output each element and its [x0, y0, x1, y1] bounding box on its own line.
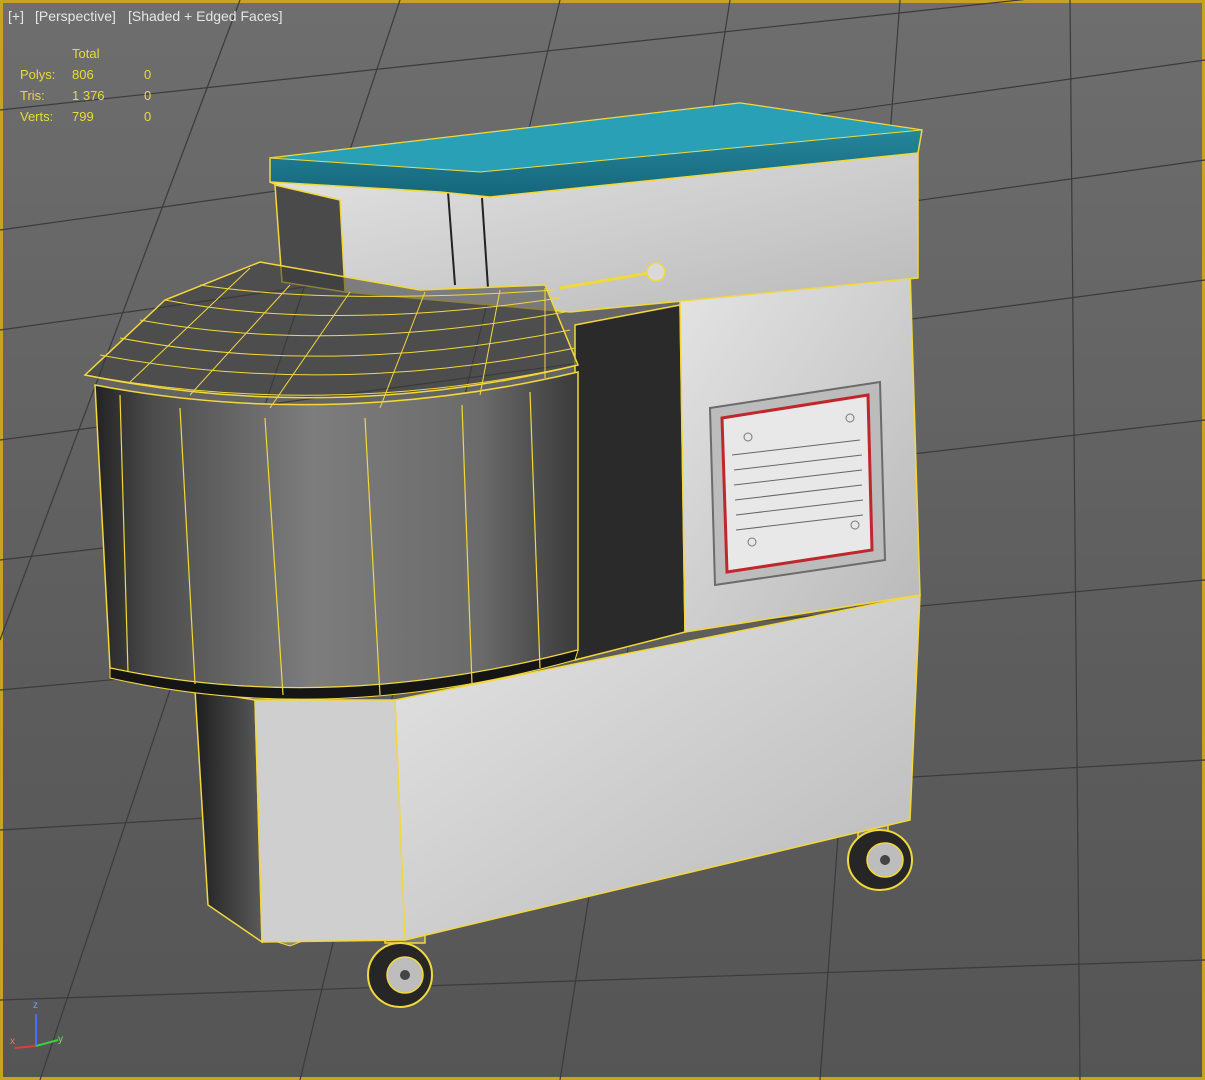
perspective-viewport[interactable]: [+] [Perspective] [Shaded + Edged Faces]…: [0, 0, 1205, 1080]
scene-render[interactable]: [0, 0, 1205, 1080]
viewport-view-menu[interactable]: [Perspective]: [35, 8, 116, 24]
viewport-shading-menu[interactable]: [Shaded + Edged Faces]: [128, 8, 283, 24]
stats-total-value: 1 376: [72, 88, 105, 103]
stats-total-header: Total: [72, 46, 100, 61]
stats-selected-value: 0: [144, 88, 152, 103]
stats-total-value: 799: [72, 109, 94, 124]
axis-z-label: z: [33, 1000, 38, 1011]
mixer-bowl[interactable]: [83, 261, 580, 700]
spec-plate: [708, 380, 887, 587]
stats-total-value: 806: [72, 67, 94, 82]
axis-triad-icon: z x y: [6, 998, 76, 1058]
stats-label: Tris:: [20, 88, 45, 103]
viewport-plus-menu[interactable]: [+]: [8, 8, 24, 24]
axis-y-label: y: [58, 1034, 63, 1045]
stats-selected-value: 0: [144, 109, 152, 124]
stats-label: Verts:: [20, 109, 54, 124]
stats-selected-value: 0: [144, 67, 152, 82]
stats-label: Polys:: [20, 67, 56, 82]
axis-x-label: x: [10, 1036, 15, 1047]
